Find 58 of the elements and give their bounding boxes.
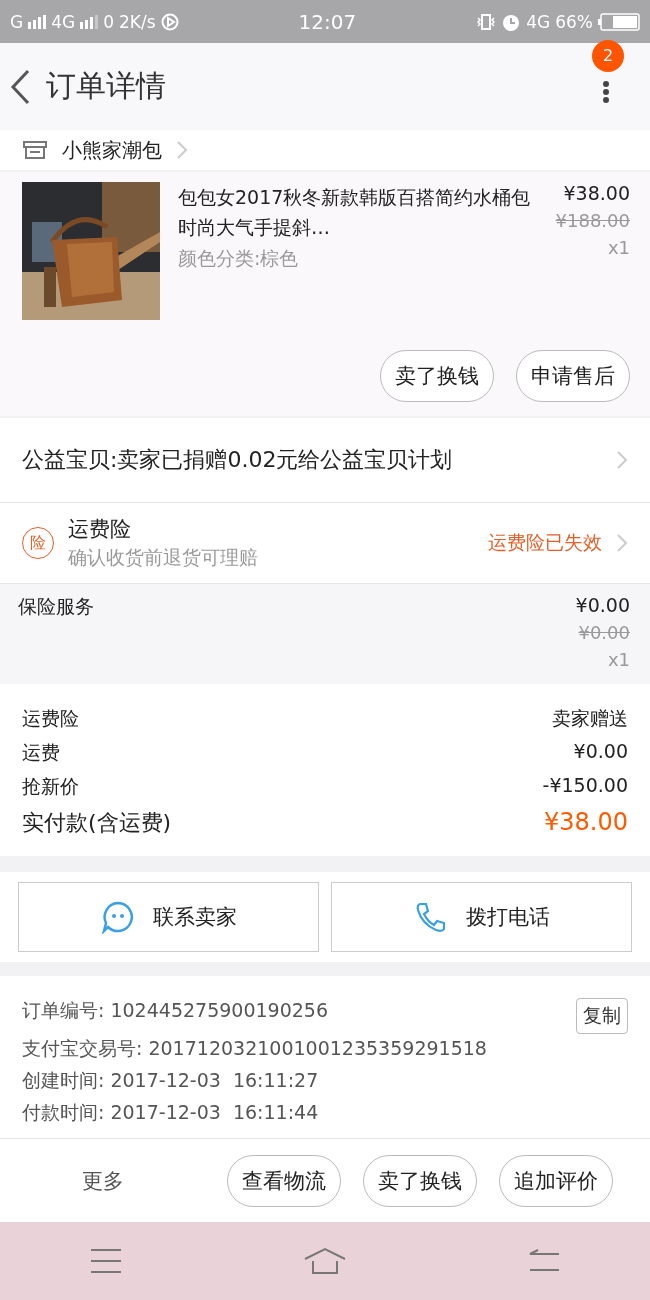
order-info-line: 订单编号: 102445275900190256 xyxy=(22,998,330,1023)
action-button[interactable]: 卖了换钱 xyxy=(363,1154,477,1207)
network-label: 4G xyxy=(526,11,551,32)
carrier-label: G xyxy=(10,11,24,32)
service-name: 保险服务 xyxy=(18,594,94,619)
insurance-subtitle: 确认收货前退货可理赔 xyxy=(68,545,259,570)
action-button[interactable]: 查看物流 xyxy=(227,1154,341,1207)
cost-label: 抢新价 xyxy=(22,774,79,799)
back-icon[interactable] xyxy=(527,1248,560,1274)
action-button[interactable]: 追加评价 xyxy=(499,1154,613,1207)
original-price: ¥188.00 xyxy=(555,210,630,231)
product-price: ¥38.00 xyxy=(563,182,630,204)
notification-badge: 2 xyxy=(592,39,624,72)
call-button[interactable]: 拨打电话 xyxy=(331,882,632,952)
network-speed: 2K/s xyxy=(119,11,156,32)
product-variant: 颜色分类:棕色 xyxy=(178,246,300,271)
cost-value: ¥38.00 xyxy=(544,808,628,838)
action-button[interactable]: 卖了换钱 xyxy=(380,350,494,402)
product-title[interactable]: 包包女2017秋冬新款韩版百搭简约水桶包时尚大气手提斜… xyxy=(178,182,538,242)
chevron-icon xyxy=(616,533,628,553)
vibrate-icon xyxy=(476,12,497,31)
clock: 12:07 xyxy=(298,9,357,34)
signal-icon xyxy=(80,14,99,29)
cost-label: 运费 xyxy=(22,740,60,765)
insurance-status[interactable]: 运费险已失效 xyxy=(488,530,602,556)
quantity: x1 xyxy=(607,237,630,258)
more-link[interactable]: 更多 xyxy=(0,1166,205,1195)
copy-button[interactable]: 复制 xyxy=(576,998,628,1034)
cost-label: 运费险 xyxy=(22,706,79,731)
back-icon[interactable] xyxy=(10,68,30,105)
shop-icon xyxy=(22,140,48,160)
cost-value: -¥150.00 xyxy=(542,774,628,798)
battery-icon xyxy=(598,12,640,31)
contact-button[interactable]: 联系卖家 xyxy=(18,882,319,952)
order-info-line: 付款时间: 2017-12-03 16:11:44 xyxy=(22,1100,320,1125)
cost-value: ¥0.00 xyxy=(573,740,628,764)
more-icon[interactable] xyxy=(602,79,610,104)
chevron-icon xyxy=(616,450,628,470)
chat-icon xyxy=(100,900,135,934)
order-info-line: 创建时间: 2017-12-03 16:11:27 xyxy=(22,1068,320,1093)
chevron-icon xyxy=(176,140,188,160)
page-title: 订单详情 xyxy=(46,67,167,105)
order-info-line: 支付宝交易号: 2017120321001001235359291518 xyxy=(22,1036,487,1061)
service-price: ¥0.00 xyxy=(575,594,630,616)
cost-value: 卖家赠送 xyxy=(552,706,628,731)
cost-label: 实付款(含运费) xyxy=(22,809,172,837)
original-price: ¥0.00 xyxy=(578,622,630,643)
play-icon xyxy=(160,12,179,31)
shop-name[interactable]: 小熊家潮包 xyxy=(62,136,162,164)
signal-icon xyxy=(28,14,47,29)
battery-percent: 66% xyxy=(555,11,593,32)
menu-icon[interactable] xyxy=(90,1248,123,1274)
quantity: x1 xyxy=(607,649,630,670)
speed-count: 0 xyxy=(103,11,114,32)
insurance-title: 运费险 xyxy=(68,516,132,543)
network-label: 4G xyxy=(51,11,76,32)
home-icon[interactable] xyxy=(303,1247,347,1275)
action-button[interactable]: 申请售后 xyxy=(516,350,630,402)
